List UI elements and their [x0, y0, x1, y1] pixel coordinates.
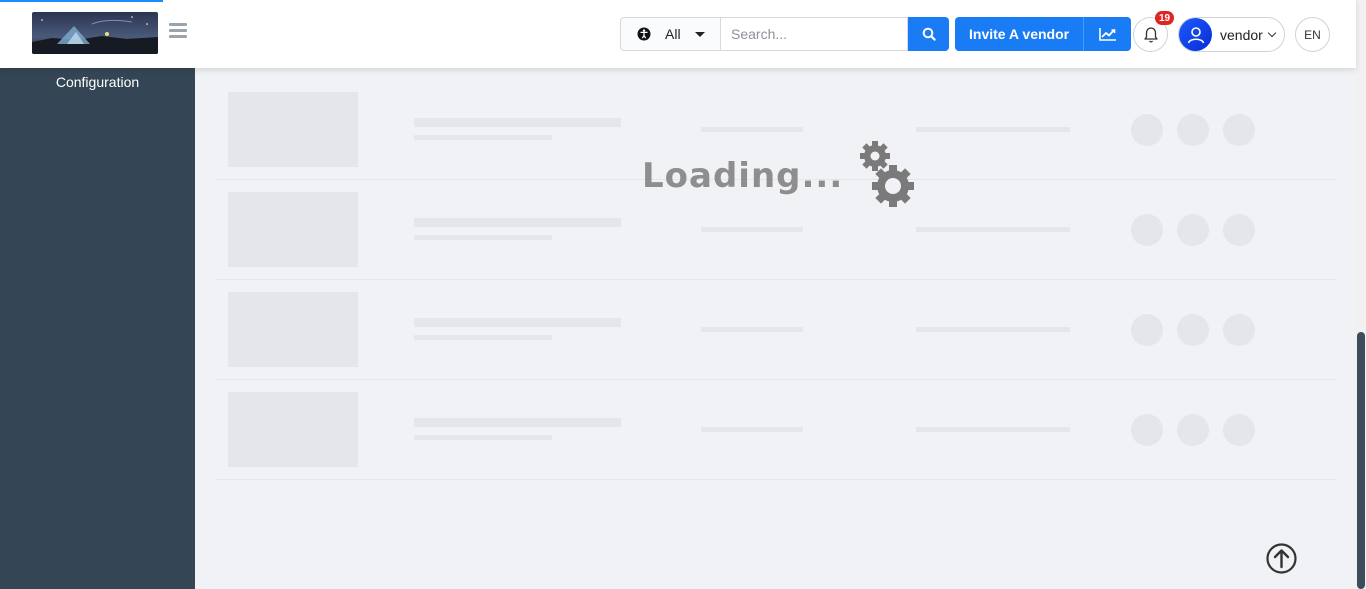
accessibility-icon: [637, 27, 651, 41]
loading-indicator: Loading...: [642, 138, 919, 214]
skeleton-line: [916, 427, 1070, 432]
skeleton-line: [701, 227, 803, 232]
avatar: [1179, 18, 1212, 51]
skeleton-line: [701, 127, 803, 132]
skeleton-line: [916, 227, 1070, 232]
skeleton-line: [916, 327, 1070, 332]
skeleton-thumbnail: [228, 292, 358, 367]
skeleton-row: [216, 280, 1335, 380]
page-progress-bar: [0, 0, 163, 2]
skeleton-line: [414, 235, 552, 240]
user-name: vendor: [1220, 26, 1263, 43]
invite-group: Invite A vendor: [955, 17, 1132, 51]
menu-toggle-icon[interactable]: [169, 23, 189, 43]
chevron-down-icon: [694, 31, 705, 37]
skeleton-line: [414, 435, 552, 440]
skeleton-dot: [1131, 414, 1163, 446]
skeleton-thumbnail: [228, 392, 358, 467]
loading-text: Loading...: [642, 156, 844, 196]
skeleton-line: [701, 427, 803, 432]
arrow-up-circle-icon: [1266, 543, 1297, 574]
skeleton-line: [701, 327, 803, 332]
chart-line-icon: [1098, 28, 1116, 41]
gears-icon: [860, 141, 915, 207]
search-scope-select[interactable]: All: [620, 17, 720, 51]
skeleton-dot: [1131, 114, 1163, 146]
skeleton-dot: [1223, 114, 1255, 146]
search-button[interactable]: [908, 17, 949, 51]
user-menu[interactable]: vendor: [1178, 17, 1285, 52]
stats-button[interactable]: [1084, 17, 1132, 51]
search-input[interactable]: [720, 17, 908, 51]
main-content: Loading...: [195, 68, 1356, 589]
skeleton-dot: [1223, 214, 1255, 246]
skeleton-dot: [1131, 214, 1163, 246]
skeleton-line: [414, 418, 621, 427]
notification-count-badge: 19: [1155, 11, 1174, 25]
skeleton-dot: [1131, 314, 1163, 346]
skeleton-dot: [1177, 114, 1209, 146]
scrollbar-thumb[interactable]: [1357, 332, 1365, 589]
skeleton-dot: [1177, 414, 1209, 446]
language-switcher[interactable]: EN: [1295, 17, 1330, 52]
scroll-to-top-button[interactable]: [1266, 543, 1297, 574]
chevron-down-icon: [1267, 28, 1277, 38]
skeleton-row: [216, 380, 1335, 480]
user-icon: [1187, 26, 1204, 43]
top-header: All Invite A vendor 19: [0, 0, 1356, 68]
search-bar: All: [620, 17, 949, 51]
skeleton-dot: [1223, 314, 1255, 346]
skeleton-dot: [1177, 314, 1209, 346]
invite-vendor-button[interactable]: Invite A vendor: [955, 17, 1085, 51]
skeleton-line: [414, 218, 621, 227]
site-logo[interactable]: [32, 12, 158, 54]
skeleton-line: [414, 318, 621, 327]
skeleton-dot: [1223, 414, 1255, 446]
page-scrollbar[interactable]: [1356, 0, 1366, 589]
skeleton-line: [414, 135, 552, 140]
search-icon: [922, 27, 936, 41]
skeleton-line: [916, 127, 1070, 132]
skeleton-dot: [1177, 214, 1209, 246]
skeleton-line: [414, 118, 621, 127]
sidebar-item-configuration[interactable]: Configuration: [0, 74, 195, 90]
bell-icon: [1143, 26, 1158, 43]
search-scope-label: All: [665, 26, 681, 42]
skeleton-line: [414, 335, 552, 340]
skeleton-thumbnail: [228, 92, 358, 167]
sidebar: Configuration: [0, 68, 195, 589]
skeleton-thumbnail: [228, 192, 358, 267]
